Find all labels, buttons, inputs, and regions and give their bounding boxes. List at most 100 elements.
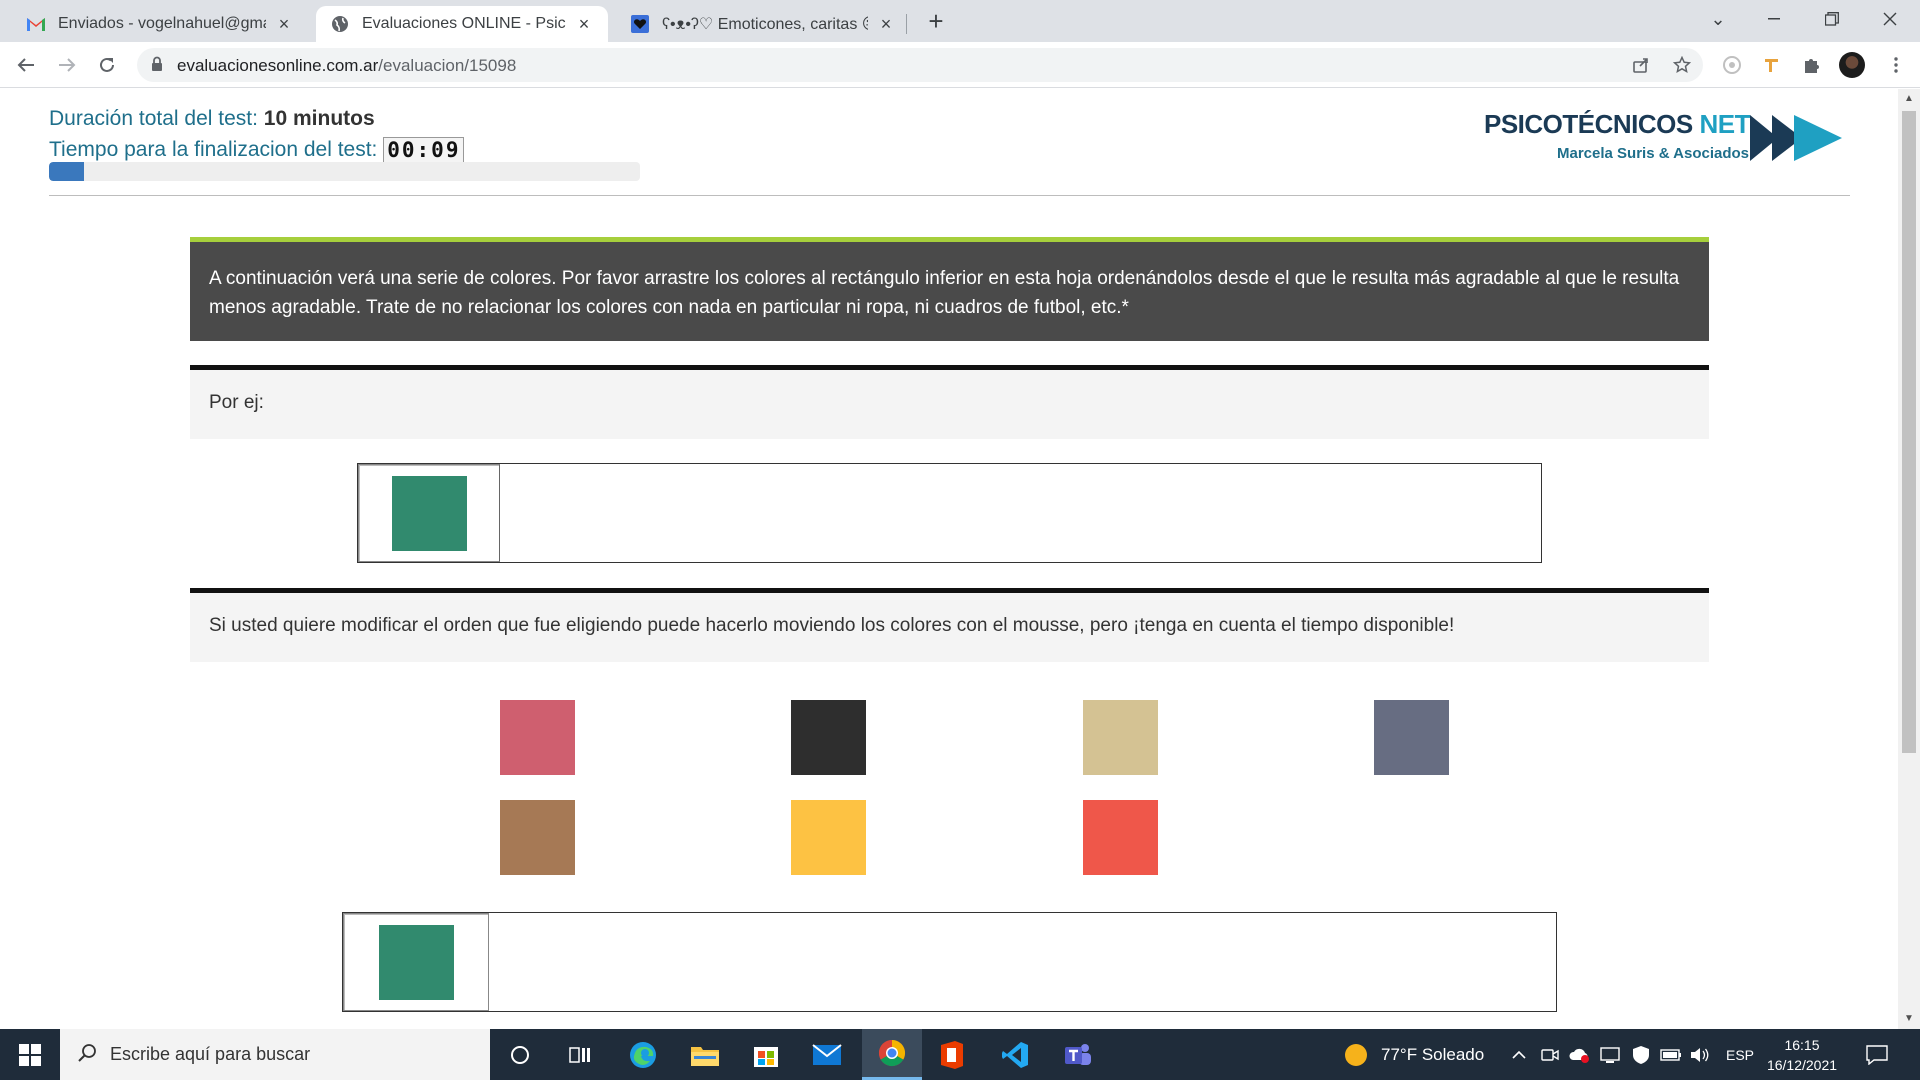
scroll-up-icon[interactable]: ▲ bbox=[1904, 93, 1914, 104]
answer-drop-zone[interactable] bbox=[342, 912, 1557, 1012]
close-tab-icon[interactable]: × bbox=[274, 14, 294, 34]
forward-icon[interactable] bbox=[51, 49, 83, 81]
logo-subtitle: Marcela Suris & Asociados bbox=[1557, 145, 1750, 162]
teams-icon[interactable] bbox=[1048, 1029, 1108, 1080]
logo-name: PSICOTÉCNICOS NET bbox=[1484, 109, 1750, 140]
search-placeholder: Escribe aquí para buscar bbox=[110, 1044, 311, 1064]
logo-name-suffix: NET bbox=[1699, 109, 1750, 139]
menu-kebab-icon[interactable] bbox=[1882, 51, 1910, 79]
security-shield-icon[interactable] bbox=[1632, 1029, 1650, 1080]
time-progress-bar bbox=[49, 162, 640, 181]
reload-icon[interactable] bbox=[91, 49, 123, 81]
notifications-icon[interactable] bbox=[1866, 1029, 1888, 1080]
share-icon[interactable] bbox=[1631, 56, 1651, 76]
instructions-box: A continuación verá una serie de colores… bbox=[190, 237, 1709, 341]
scroll-thumb[interactable] bbox=[1902, 111, 1916, 753]
logo-name-main: PSICOTÉCNICOS bbox=[1484, 109, 1693, 139]
tab-title: Evaluaciones ONLINE - Psicotécnicos bbox=[362, 15, 566, 32]
tab-gmail[interactable]: Enviados - vogelnahuel@gmail.com × bbox=[12, 6, 308, 42]
restore-icon[interactable] bbox=[1804, 0, 1860, 38]
mail-icon[interactable] bbox=[797, 1029, 857, 1080]
color-swatch-brown[interactable] bbox=[500, 800, 575, 875]
taskbar-search[interactable]: Escribe aquí para buscar bbox=[60, 1029, 490, 1080]
example-label-box: Por ej: bbox=[190, 365, 1709, 439]
language-indicator[interactable]: ESP bbox=[1726, 1029, 1754, 1080]
tab-search-icon[interactable]: ⌄ bbox=[1690, 0, 1746, 38]
cortana-icon[interactable] bbox=[490, 1029, 550, 1080]
file-explorer-icon[interactable] bbox=[675, 1029, 735, 1080]
edge-icon[interactable] bbox=[613, 1029, 673, 1080]
weather-text: 77°F Soleado bbox=[1381, 1044, 1485, 1064]
lock-icon[interactable] bbox=[151, 56, 165, 74]
extension-pin-icon[interactable] bbox=[1758, 51, 1786, 79]
microsoft-store-icon[interactable] bbox=[736, 1029, 796, 1080]
extension-circle-icon[interactable] bbox=[1718, 51, 1746, 79]
minimize-icon[interactable] bbox=[1746, 0, 1802, 38]
modify-note-box: Si usted quiere modificar el orden que f… bbox=[190, 588, 1709, 662]
scroll-down-icon[interactable]: ▼ bbox=[1904, 1013, 1914, 1024]
volume-icon[interactable] bbox=[1690, 1029, 1710, 1080]
meet-now-icon[interactable] bbox=[1541, 1029, 1559, 1080]
clock-time: 16:15 bbox=[1784, 1037, 1820, 1053]
windows-taskbar: Escribe aquí para buscar 77°F Soleado ES… bbox=[0, 1029, 1920, 1080]
taskbar-clock[interactable]: 16:15 16/12/2021 bbox=[1762, 1035, 1842, 1075]
extensions-puzzle-icon[interactable] bbox=[1798, 51, 1826, 79]
close-window-icon[interactable] bbox=[1862, 0, 1918, 38]
task-view-icon[interactable] bbox=[550, 1029, 610, 1080]
duration-label: Duración total del test: bbox=[49, 107, 258, 130]
windows-start-icon[interactable] bbox=[0, 1029, 60, 1080]
header-divider bbox=[49, 195, 1850, 196]
onedrive-icon[interactable] bbox=[1568, 1029, 1590, 1080]
back-icon[interactable] bbox=[10, 49, 42, 81]
color-swatch-beige[interactable] bbox=[1083, 700, 1158, 775]
logo-arrows-icon bbox=[1750, 115, 1842, 161]
tab-title: ʕ•ᴥ•ʔ♡ Emoticones, caritas 😛 bbox=[662, 16, 868, 33]
new-tab-button[interactable]: + bbox=[922, 8, 950, 36]
tab-title: Enviados - vogelnahuel@gmail.com bbox=[58, 15, 266, 32]
search-icon bbox=[78, 1043, 98, 1068]
heart-icon bbox=[630, 14, 650, 34]
close-tab-icon[interactable]: × bbox=[876, 14, 896, 34]
address-bar[interactable]: evaluacionesonline.com.ar/evaluacion/150… bbox=[137, 48, 1703, 82]
duration-value: 10 minutos bbox=[263, 107, 375, 130]
remaining-row: Tiempo para la finalizacion del test: 00… bbox=[49, 134, 465, 165]
battery-icon[interactable] bbox=[1660, 1029, 1682, 1080]
page-content: Duración total del test: 10 minutos Tiem… bbox=[0, 89, 1898, 1029]
browser-toolbar: evaluacionesonline.com.ar/evaluacion/150… bbox=[0, 42, 1920, 88]
sun-icon bbox=[1345, 1043, 1367, 1066]
url-host: evaluacionesonline.com.ar bbox=[177, 56, 379, 75]
example-label: Por ej: bbox=[209, 392, 264, 413]
example-color-swatch bbox=[392, 476, 467, 551]
countdown-timer: 00:09 bbox=[383, 137, 465, 164]
display-icon[interactable] bbox=[1600, 1029, 1620, 1080]
answer-slot[interactable] bbox=[343, 913, 489, 1011]
duration-row: Duración total del test: 10 minutos bbox=[49, 103, 464, 134]
test-info: Duración total del test: 10 minutos Tiem… bbox=[49, 103, 465, 165]
tab-emoticones[interactable]: ʕ•ᴥ•ʔ♡ Emoticones, caritas 😛 × bbox=[616, 6, 910, 42]
color-swatch-red[interactable] bbox=[1083, 800, 1158, 875]
clock-date: 16/12/2021 bbox=[1766, 1057, 1838, 1073]
color-swatch-pink[interactable] bbox=[500, 700, 575, 775]
psicotecnicos-logo: PSICOTÉCNICOS NET Marcela Suris & Asocia… bbox=[1484, 109, 1844, 169]
example-rectangle bbox=[357, 463, 1542, 563]
bookmark-star-icon[interactable] bbox=[1672, 55, 1692, 76]
color-swatch-black[interactable] bbox=[791, 700, 866, 775]
tab-separator bbox=[906, 14, 907, 34]
tray-chevron-icon[interactable] bbox=[1512, 1029, 1526, 1080]
url-path: /evaluacion/15098 bbox=[378, 56, 517, 75]
close-tab-icon[interactable]: × bbox=[574, 14, 594, 34]
color-swatch-yellow[interactable] bbox=[791, 800, 866, 875]
remaining-label: Tiempo para la finalizacion del test: bbox=[49, 138, 378, 161]
progress-fill bbox=[49, 162, 85, 181]
weather-widget[interactable]: 77°F Soleado bbox=[1343, 1029, 1484, 1080]
color-swatch-gray-blue[interactable] bbox=[1374, 700, 1449, 775]
chrome-taskbar-icon[interactable] bbox=[862, 1029, 922, 1080]
office-icon[interactable] bbox=[922, 1029, 982, 1080]
instructions-text: A continuación verá una serie de colores… bbox=[209, 268, 1680, 318]
profile-avatar[interactable] bbox=[1839, 52, 1865, 78]
vscode-icon[interactable] bbox=[985, 1029, 1045, 1080]
tab-evaluaciones[interactable]: Evaluaciones ONLINE - Psicotécnicos × bbox=[316, 6, 608, 42]
page-scrollbar[interactable]: ▲ ▼ bbox=[1898, 89, 1920, 1029]
example-slot bbox=[358, 464, 500, 562]
color-swatch-green[interactable] bbox=[379, 925, 454, 1000]
